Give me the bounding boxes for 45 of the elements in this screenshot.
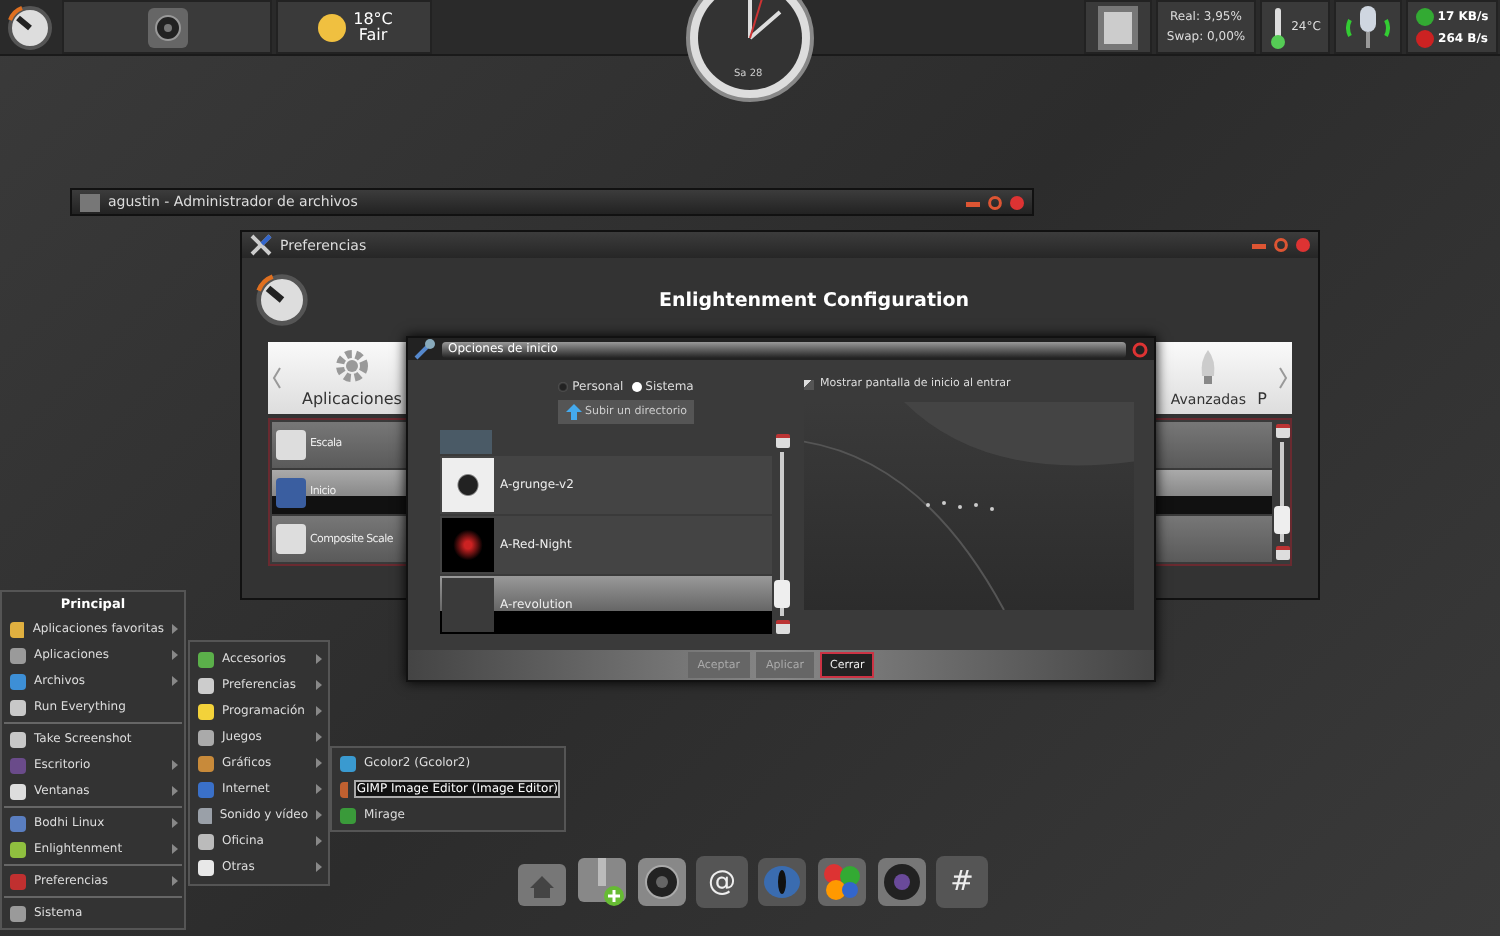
thermometer-icon <box>1269 5 1286 49</box>
module-icon <box>276 429 306 460</box>
module-icon <box>276 524 306 555</box>
package-install-icon[interactable] <box>576 856 628 908</box>
right-chevron-icon[interactable] <box>1278 366 1288 390</box>
scrollbar[interactable] <box>1274 420 1290 564</box>
weather-condition: Fair <box>358 27 388 43</box>
radio-button[interactable] <box>631 382 642 392</box>
speaker-icon[interactable] <box>636 856 688 908</box>
theme-thumbnail <box>442 518 494 572</box>
dock-launcher[interactable]: # <box>936 856 988 908</box>
gear-icon <box>334 348 370 384</box>
tools-icon <box>250 234 272 256</box>
module-icon <box>276 477 306 507</box>
theme-thumbnail <box>440 430 492 454</box>
theme-thumbnail <box>442 578 494 632</box>
left-chevron-icon[interactable] <box>272 366 282 390</box>
close-icon[interactable] <box>1132 341 1148 357</box>
close-icon[interactable] <box>1296 238 1310 252</box>
sun-icon <box>315 11 348 43</box>
gauge-logo-icon[interactable] <box>6 3 54 51</box>
up-arrow-icon <box>565 404 581 420</box>
microphone-icon <box>414 338 436 360</box>
maximize-icon[interactable] <box>1274 238 1288 252</box>
dock-launcher[interactable]: @ <box>696 856 748 908</box>
scrollbar[interactable] <box>772 430 792 638</box>
camera-lens-icon[interactable] <box>876 856 928 908</box>
speaker-icon[interactable] <box>145 5 189 49</box>
category-tab[interactable]: P <box>1254 346 1270 414</box>
download-dot-icon <box>1415 7 1434 25</box>
maximize-icon[interactable] <box>988 195 1002 209</box>
weather-temperature: 18°C <box>353 11 393 27</box>
gauge-logo-icon <box>254 272 310 328</box>
close-icon[interactable] <box>1010 195 1024 209</box>
microphone-icon[interactable] <box>1346 3 1390 51</box>
paint-splash-icon[interactable] <box>816 856 868 908</box>
rocket-icon <box>1198 350 1219 386</box>
checkbox[interactable] <box>804 379 814 389</box>
theme-thumbnail <box>442 458 494 512</box>
upload-dot-icon <box>1416 29 1435 47</box>
radio-button[interactable] <box>558 382 569 392</box>
minimize-icon[interactable] <box>1252 238 1266 252</box>
eye-icon[interactable] <box>756 856 808 908</box>
config-heading: Enlightenment Configuration <box>656 289 972 311</box>
category-tab[interactable]: Aplicaciones <box>290 346 414 414</box>
